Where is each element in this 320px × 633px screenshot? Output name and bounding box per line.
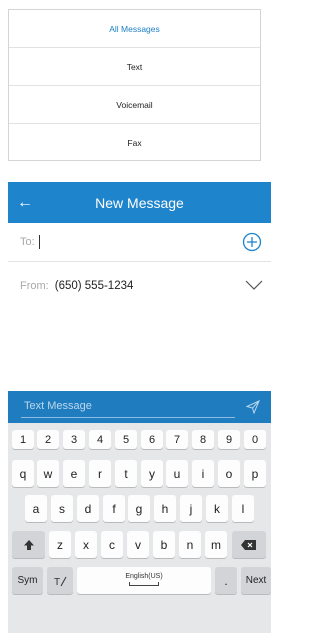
key-u[interactable]: u xyxy=(166,460,188,487)
message-filter-menu: All Messages Text Voicemail Fax xyxy=(8,9,261,161)
handwriting-key[interactable]: T xyxy=(47,567,73,594)
page-title: New Message xyxy=(95,194,184,211)
key-l[interactable]: l xyxy=(232,495,254,522)
key-8[interactable]: 8 xyxy=(192,430,214,449)
key-b[interactable]: b xyxy=(153,531,175,558)
key-m[interactable]: m xyxy=(205,531,227,558)
key-z[interactable]: z xyxy=(49,531,71,558)
key-p[interactable]: p xyxy=(244,460,266,487)
period-key[interactable]: . xyxy=(215,567,237,594)
from-selector[interactable]: From: (650) 555-1234 xyxy=(8,263,271,309)
chevron-down-icon[interactable] xyxy=(245,279,263,291)
sym-key[interactable]: Sym xyxy=(12,567,43,594)
send-icon[interactable] xyxy=(246,400,260,414)
space-bar-glyph xyxy=(129,582,159,586)
key-c[interactable]: c xyxy=(101,531,123,558)
key-y[interactable]: y xyxy=(141,460,163,487)
key-0[interactable]: 0 xyxy=(244,430,266,449)
key-1[interactable]: 1 xyxy=(12,430,34,449)
key-9[interactable]: 9 xyxy=(218,430,240,449)
from-number: (650) 555-1234 xyxy=(54,280,134,292)
add-recipient-icon[interactable] xyxy=(242,232,262,252)
key-6[interactable]: 6 xyxy=(141,430,163,449)
backspace-key[interactable] xyxy=(232,531,266,558)
handwriting-pen-icon: T xyxy=(54,576,67,588)
next-key[interactable]: Next xyxy=(241,567,271,594)
key-w[interactable]: w xyxy=(37,460,59,487)
svg-text:T: T xyxy=(54,577,60,588)
menu-item-text[interactable]: Text xyxy=(9,48,260,86)
app-bar: ← New Message xyxy=(8,182,271,223)
shift-arrow-icon xyxy=(23,539,34,550)
key-r[interactable]: r xyxy=(89,460,111,487)
key-4[interactable]: 4 xyxy=(89,430,111,449)
space-key[interactable]: English(US) xyxy=(77,567,211,594)
to-label: To: xyxy=(20,236,35,248)
key-k[interactable]: k xyxy=(206,495,228,522)
key-f[interactable]: f xyxy=(103,495,125,522)
key-2[interactable]: 2 xyxy=(37,430,59,449)
shift-key[interactable] xyxy=(12,531,45,558)
back-arrow-icon[interactable]: ← xyxy=(10,182,40,223)
input-underline xyxy=(21,417,235,418)
menu-item-all-messages[interactable]: All Messages xyxy=(9,10,260,48)
key-g[interactable]: g xyxy=(128,495,150,522)
menu-item-fax[interactable]: Fax xyxy=(9,124,260,161)
key-s[interactable]: s xyxy=(51,495,73,522)
text-cursor xyxy=(38,235,40,249)
key-n[interactable]: n xyxy=(179,531,201,558)
key-j[interactable]: j xyxy=(180,495,202,522)
key-q[interactable]: q xyxy=(12,460,34,487)
key-i[interactable]: i xyxy=(192,460,214,487)
menu-item-voicemail[interactable]: Voicemail xyxy=(9,86,260,124)
key-o[interactable]: o xyxy=(218,460,240,487)
language-label: English(US) xyxy=(125,573,163,580)
key-t[interactable]: t xyxy=(115,460,137,487)
message-input[interactable]: Text Message xyxy=(24,400,92,412)
key-x[interactable]: x xyxy=(75,531,97,558)
key-h[interactable]: h xyxy=(154,495,176,522)
key-3[interactable]: 3 xyxy=(63,430,85,449)
key-v[interactable]: v xyxy=(127,531,149,558)
message-input-bar: Text Message xyxy=(8,391,271,423)
key-a[interactable]: a xyxy=(25,495,47,522)
from-label: From: xyxy=(20,280,49,292)
on-screen-keyboard: 1 2 3 4 5 6 7 8 9 0 q w e r t y u i o p … xyxy=(8,423,271,633)
to-field[interactable]: To: xyxy=(8,223,271,262)
key-e[interactable]: e xyxy=(63,460,85,487)
backspace-icon xyxy=(241,539,256,550)
key-d[interactable]: d xyxy=(77,495,99,522)
new-message-screen: ← New Message To: From: (650) 555-1234 T… xyxy=(8,182,271,633)
key-5[interactable]: 5 xyxy=(115,430,137,449)
key-7[interactable]: 7 xyxy=(166,430,188,449)
